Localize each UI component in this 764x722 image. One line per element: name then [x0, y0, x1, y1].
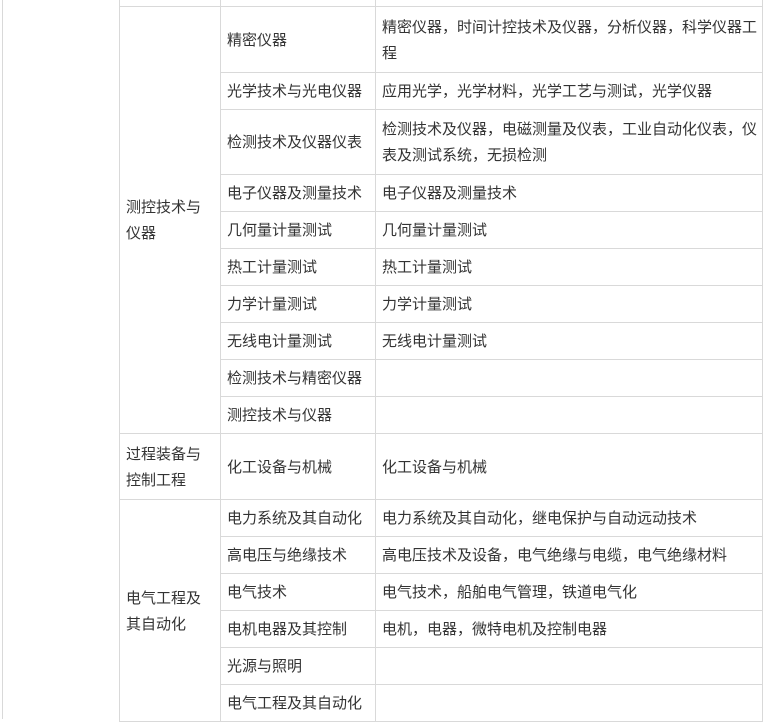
old-major-cell: 几何量计量测试 — [375, 211, 763, 249]
major-cell: 电机电器及其控制 — [220, 610, 376, 648]
table-viewport: 测控技术与仪器 精密仪器 精密仪器，时间计控技术及仪器，分析仪器，科学仪器工程 … — [0, 0, 764, 722]
major-cell: 几何量计量测试 — [220, 211, 376, 249]
old-major-cell — [375, 359, 763, 397]
outer-column-border — [2, 0, 3, 719]
major-cell: 检测技术与精密仪器 — [220, 359, 376, 397]
old-major-cell — [375, 647, 763, 685]
table-row: 测控技术与仪器 精密仪器 精密仪器，时间计控技术及仪器，分析仪器，科学仪器工程 — [119, 6, 763, 434]
major-cell: 力学计量测试 — [220, 285, 376, 323]
major-cell: 无线电计量测试 — [220, 322, 376, 360]
major-cell: 电气工程及其自动化 — [220, 684, 376, 722]
major-cell: 电力系统及其自动化 — [220, 499, 376, 537]
old-major-cell: 精密仪器，时间计控技术及仪器，分析仪器，科学仪器工程 — [375, 6, 763, 73]
old-major-cell — [375, 396, 763, 434]
old-major-cell: 化工设备与机械 — [375, 433, 763, 500]
major-cell: 高电压与绝缘技术 — [220, 536, 376, 574]
old-major-cell — [375, 684, 763, 722]
table-row: 电气工程及其自动化 电力系统及其自动化 电力系统及其自动化，继电保护与自动远动技… — [119, 499, 763, 722]
major-mapping-table: 测控技术与仪器 精密仪器 精密仪器，时间计控技术及仪器，分析仪器，科学仪器工程 … — [119, 0, 763, 722]
major-cell: 光学技术与光电仪器 — [220, 72, 376, 110]
old-major-cell: 高电压技术及设备，电气绝缘与电缆，电气绝缘材料 — [375, 536, 763, 574]
category-cell: 测控技术与仪器 — [119, 6, 221, 434]
old-major-cell: 力学计量测试 — [375, 285, 763, 323]
old-major-cell: 热工计量测试 — [375, 248, 763, 286]
category-cell: 电气工程及其自动化 — [119, 499, 221, 722]
major-cell: 化工设备与机械 — [220, 433, 376, 500]
category-cell: 过程装备与控制工程 — [119, 433, 221, 500]
old-major-cell: 电子仪器及测量技术 — [375, 174, 763, 212]
old-major-cell: 检测技术及仪器，电磁测量及仪表，工业自动化仪表，仪表及测试系统，无损检测 — [375, 109, 763, 175]
major-cell: 光源与照明 — [220, 647, 376, 685]
old-major-cell: 电机，电器，微特电机及控制电器 — [375, 610, 763, 648]
old-major-cell: 应用光学，光学材料，光学工艺与测试，光学仪器 — [375, 72, 763, 110]
major-cell: 电气技术 — [220, 573, 376, 611]
old-major-cell: 无线电计量测试 — [375, 322, 763, 360]
major-cell: 电子仪器及测量技术 — [220, 174, 376, 212]
major-cell: 热工计量测试 — [220, 248, 376, 286]
old-major-cell: 电气技术，船舶电气管理，铁道电气化 — [375, 573, 763, 611]
major-cell: 测控技术与仪器 — [220, 396, 376, 434]
old-major-cell: 电力系统及其自动化，继电保护与自动远动技术 — [375, 499, 763, 537]
table-row: 过程装备与控制工程 化工设备与机械 化工设备与机械 — [119, 433, 763, 500]
major-cell: 检测技术及仪器仪表 — [220, 109, 376, 175]
major-cell: 精密仪器 — [220, 6, 376, 73]
